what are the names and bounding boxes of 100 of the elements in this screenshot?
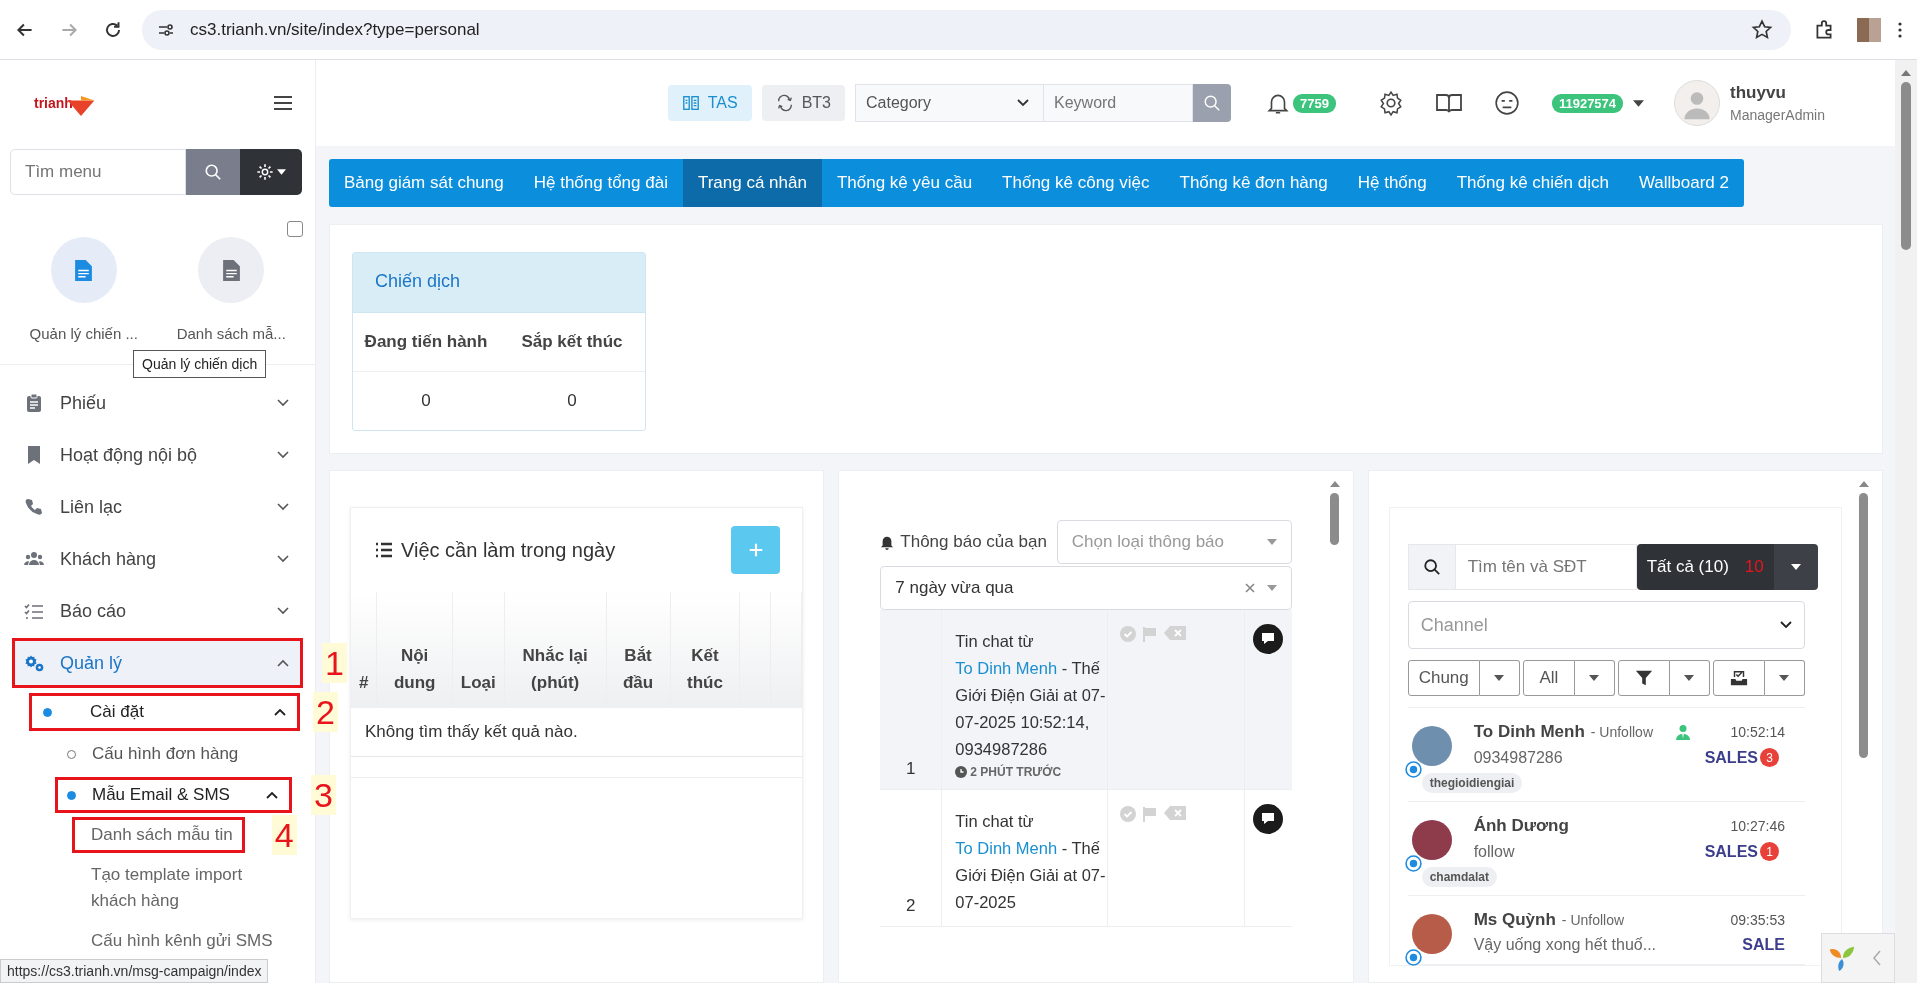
contact-name: Ms Quỳnh	[1473, 910, 1556, 930]
filter-button[interactable]	[1617, 660, 1670, 696]
tab[interactable]: Hệ thống tổng đài	[518, 159, 683, 207]
bullet-icon	[67, 790, 76, 800]
tab[interactable]: Wallboard 2	[1623, 159, 1744, 207]
clear-icon[interactable]	[1244, 583, 1255, 593]
keyword-field[interactable]: Keyword	[1043, 84, 1193, 122]
caret-icon	[277, 169, 286, 175]
settings-icon[interactable]	[1377, 90, 1404, 116]
menu-item[interactable]: Hoạt động nội bộ	[12, 430, 303, 480]
chat-icon[interactable]	[1253, 624, 1284, 654]
tab[interactable]: Thống kê công việc	[987, 159, 1165, 207]
dropdown-toggle[interactable]	[1669, 660, 1710, 696]
bookmark-star-icon[interactable]	[1751, 18, 1773, 41]
notification-row[interactable]: 2 Tin chat từ To Dinh Menh - Thế Giới Điện Giải at 07-07-2025	[880, 790, 1292, 927]
tab[interactable]: Hệ thống	[1342, 159, 1442, 207]
check-circle-icon[interactable]	[1120, 806, 1137, 822]
scrollbar-thumb[interactable]	[1330, 493, 1340, 545]
conversation-item[interactable]: Ms Quỳnh - Unfollow 09:35:53 Vậy uống xong hết thuố... SALE	[1407, 896, 1805, 965]
dropdown-toggle[interactable]	[1574, 660, 1615, 696]
channel-badge-icon	[1404, 855, 1422, 872]
checkbox[interactable]	[287, 221, 303, 237]
inbox-icon	[1729, 669, 1748, 687]
column-header: Loại	[460, 673, 496, 692]
server-button[interactable]: BT3	[761, 85, 845, 121]
clipboard-icon	[24, 393, 44, 413]
chat-icon[interactable]	[1253, 804, 1284, 834]
scroll-up-arrow-icon[interactable]	[1859, 481, 1869, 487]
caret-icon	[1684, 675, 1695, 681]
tab[interactable]: Thống kê đơn hàng	[1164, 159, 1343, 207]
avatar	[1411, 820, 1452, 860]
conversation-item[interactable]: Ánh Dương 10:27:46 follow SALES 1 chamdalat	[1407, 802, 1805, 896]
contact-link[interactable]: To Dinh Menh	[955, 839, 1058, 857]
notification-row[interactable]: 1 Tin chat từ To Dinh Menh - Thế Giới Điện Giải at 07-07-2025 10:52:14, 0934987286 2 PHÚT TRƯỚC	[880, 610, 1292, 790]
column-header: Sắp kết thúc	[520, 331, 624, 353]
column-header: Bắt đầu	[622, 646, 654, 692]
filter-button[interactable]: All	[1522, 660, 1575, 696]
menu-item[interactable]: Phiếu	[12, 378, 303, 428]
avatar	[1411, 726, 1452, 766]
tab[interactable]: Bảng giám sát chung	[329, 159, 519, 207]
profile-picture[interactable]	[1857, 17, 1881, 42]
conversation-item[interactable]: To Dinh Menh - Unfollow 10:52:14 0934987286 SALES 3 thegioidiengiai	[1407, 708, 1805, 802]
submenu-item[interactable]: Tạo template import khách hàng	[72, 857, 293, 919]
server-icon	[681, 94, 700, 112]
chevron-down-icon	[1017, 99, 1029, 107]
dropdown-toggle[interactable]	[1764, 660, 1805, 696]
search-icon	[1422, 558, 1441, 576]
gears-icon	[24, 653, 44, 673]
menu-search-field[interactable]: Tìm menu	[10, 149, 186, 195]
menu-item[interactable]: Báo cáo	[12, 586, 303, 636]
step-number: 4	[271, 815, 297, 855]
tooltip: Quản lý chiến dịch	[133, 350, 267, 378]
submenu-item[interactable]: Cấu hình kênh gửi SMS	[72, 923, 285, 959]
filter-button[interactable]	[1712, 660, 1765, 696]
gear-icon	[256, 163, 274, 181]
column-header: Nhắc lại (phút)	[522, 646, 588, 692]
contact-name: To Dinh Menh	[1473, 722, 1585, 742]
category-select[interactable]: Category	[855, 84, 1043, 122]
chevron-up-icon	[274, 708, 286, 716]
dropdown-toggle[interactable]	[1479, 660, 1520, 696]
message-time: 10:27:46	[1730, 818, 1785, 834]
list-icon	[375, 542, 393, 558]
face-icon[interactable]	[1493, 90, 1520, 116]
submenu-item[interactable]: Cấu hình đơn hàng	[55, 736, 292, 772]
contact-search-field[interactable]: Tìm tên và SĐT	[1455, 544, 1637, 590]
dropdown-toggle[interactable]	[1773, 544, 1818, 590]
chevron-left-icon[interactable]	[1872, 950, 1882, 966]
tab[interactable]: Thống kê chiến dịch	[1441, 159, 1624, 207]
scrollbar-thumb[interactable]	[1901, 82, 1911, 250]
step-number: 3	[311, 775, 336, 815]
campaign-count: 0	[420, 390, 432, 412]
filter-button[interactable]: Chung	[1407, 660, 1480, 696]
debug-toolbar[interactable]	[1821, 933, 1895, 983]
add-task-button[interactable]	[731, 526, 781, 574]
brand-logo[interactable]: trianh	[34, 90, 95, 116]
column-header: Nội dung	[393, 646, 436, 692]
menu-item[interactable]: Liên lạc	[12, 482, 303, 532]
tab[interactable]: Thống kê yêu cầu	[821, 159, 988, 207]
menu-item[interactable]: Khách hàng	[12, 534, 303, 584]
user-name: thuyvu	[1730, 83, 1787, 103]
scroll-up-arrow-icon[interactable]	[1329, 481, 1340, 487]
search-button[interactable]	[1193, 84, 1231, 122]
tab[interactable]: Trang cá nhân	[682, 159, 822, 207]
scrollbar-thumb[interactable]	[1859, 493, 1869, 758]
row-number: 1	[906, 759, 916, 779]
contact-name: Ánh Dương	[1473, 816, 1569, 836]
message-preview: follow	[1473, 842, 1515, 861]
row-number: 2	[906, 896, 916, 916]
address-bar[interactable]: cs3.trianh.vn/site/index?type=personal	[142, 9, 1791, 50]
search-icon	[204, 163, 222, 181]
conversation-filter-dropdown[interactable]: Tất cả (10) 10	[1636, 544, 1774, 590]
caret-icon[interactable]	[1633, 99, 1645, 107]
settings-dropdown-button[interactable]	[240, 149, 302, 195]
user-avatar[interactable]	[1674, 80, 1721, 126]
menu-icon[interactable]	[273, 95, 293, 111]
check-circle-icon[interactable]	[1120, 626, 1137, 642]
scroll-up-arrow-icon[interactable]	[1901, 70, 1911, 76]
team-label: SALE	[1742, 936, 1785, 954]
period-select[interactable]: 7 ngày vừa qua	[880, 566, 1292, 610]
document-icon	[75, 259, 93, 281]
